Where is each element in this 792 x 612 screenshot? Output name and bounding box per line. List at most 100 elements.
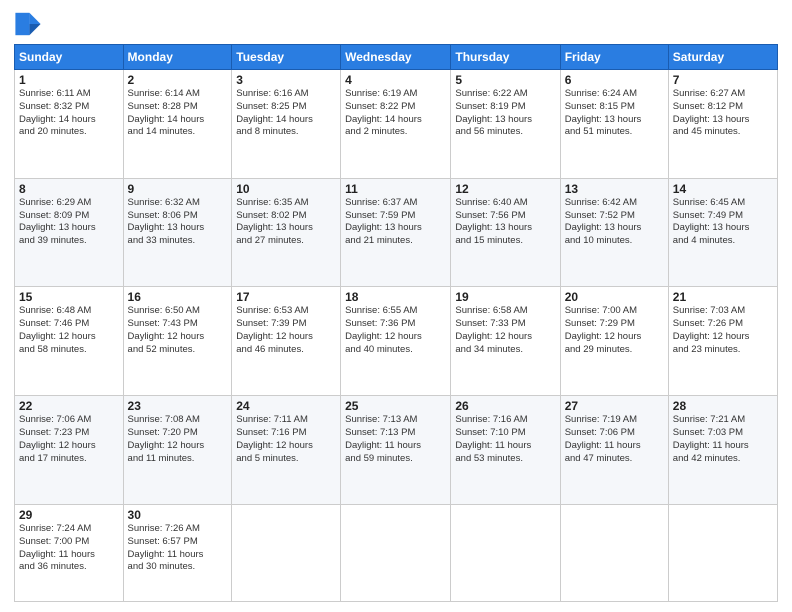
day-number: 11 [345, 182, 446, 196]
weekday-header-thursday: Thursday [451, 45, 560, 70]
calendar-cell: 14Sunrise: 6:45 AM Sunset: 7:49 PM Dayli… [668, 178, 777, 287]
day-number: 29 [19, 508, 119, 522]
calendar-cell: 9Sunrise: 6:32 AM Sunset: 8:06 PM Daylig… [123, 178, 232, 287]
calendar-cell: 15Sunrise: 6:48 AM Sunset: 7:46 PM Dayli… [15, 287, 124, 396]
day-number: 28 [673, 399, 773, 413]
day-number: 30 [128, 508, 228, 522]
calendar-cell: 18Sunrise: 6:55 AM Sunset: 7:36 PM Dayli… [341, 287, 451, 396]
day-number: 2 [128, 73, 228, 87]
calendar-cell: 16Sunrise: 6:50 AM Sunset: 7:43 PM Dayli… [123, 287, 232, 396]
calendar-cell [341, 504, 451, 601]
day-number: 18 [345, 290, 446, 304]
calendar-cell [668, 504, 777, 601]
day-info: Sunrise: 6:16 AM Sunset: 8:25 PM Dayligh… [236, 88, 336, 139]
weekday-header-saturday: Saturday [668, 45, 777, 70]
day-number: 19 [455, 290, 555, 304]
day-number: 27 [565, 399, 664, 413]
calendar-cell: 24Sunrise: 7:11 AM Sunset: 7:16 PM Dayli… [232, 396, 341, 505]
day-info: Sunrise: 6:58 AM Sunset: 7:33 PM Dayligh… [455, 305, 555, 356]
calendar-cell [451, 504, 560, 601]
day-number: 3 [236, 73, 336, 87]
calendar-cell: 13Sunrise: 6:42 AM Sunset: 7:52 PM Dayli… [560, 178, 668, 287]
day-number: 14 [673, 182, 773, 196]
day-number: 21 [673, 290, 773, 304]
day-info: Sunrise: 6:11 AM Sunset: 8:32 PM Dayligh… [19, 88, 119, 139]
calendar-cell: 4Sunrise: 6:19 AM Sunset: 8:22 PM Daylig… [341, 70, 451, 179]
header [14, 10, 778, 38]
weekday-header-monday: Monday [123, 45, 232, 70]
calendar-cell: 1Sunrise: 6:11 AM Sunset: 8:32 PM Daylig… [15, 70, 124, 179]
day-info: Sunrise: 6:55 AM Sunset: 7:36 PM Dayligh… [345, 305, 446, 356]
logo-icon [14, 10, 42, 38]
day-number: 17 [236, 290, 336, 304]
day-info: Sunrise: 6:24 AM Sunset: 8:15 PM Dayligh… [565, 88, 664, 139]
day-info: Sunrise: 7:00 AM Sunset: 7:29 PM Dayligh… [565, 305, 664, 356]
calendar-cell: 23Sunrise: 7:08 AM Sunset: 7:20 PM Dayli… [123, 396, 232, 505]
day-info: Sunrise: 7:06 AM Sunset: 7:23 PM Dayligh… [19, 414, 119, 465]
day-number: 9 [128, 182, 228, 196]
calendar-cell: 7Sunrise: 6:27 AM Sunset: 8:12 PM Daylig… [668, 70, 777, 179]
day-info: Sunrise: 7:16 AM Sunset: 7:10 PM Dayligh… [455, 414, 555, 465]
calendar-cell: 10Sunrise: 6:35 AM Sunset: 8:02 PM Dayli… [232, 178, 341, 287]
day-number: 8 [19, 182, 119, 196]
calendar-cell: 19Sunrise: 6:58 AM Sunset: 7:33 PM Dayli… [451, 287, 560, 396]
day-info: Sunrise: 7:19 AM Sunset: 7:06 PM Dayligh… [565, 414, 664, 465]
calendar-week-row: 29Sunrise: 7:24 AM Sunset: 7:00 PM Dayli… [15, 504, 778, 601]
weekday-header-tuesday: Tuesday [232, 45, 341, 70]
day-number: 5 [455, 73, 555, 87]
calendar-header-row: SundayMondayTuesdayWednesdayThursdayFrid… [15, 45, 778, 70]
day-number: 7 [673, 73, 773, 87]
day-info: Sunrise: 6:29 AM Sunset: 8:09 PM Dayligh… [19, 197, 119, 248]
day-number: 13 [565, 182, 664, 196]
calendar-table: SundayMondayTuesdayWednesdayThursdayFrid… [14, 44, 778, 602]
calendar-cell: 12Sunrise: 6:40 AM Sunset: 7:56 PM Dayli… [451, 178, 560, 287]
day-info: Sunrise: 6:19 AM Sunset: 8:22 PM Dayligh… [345, 88, 446, 139]
day-number: 20 [565, 290, 664, 304]
day-info: Sunrise: 6:32 AM Sunset: 8:06 PM Dayligh… [128, 197, 228, 248]
day-info: Sunrise: 6:37 AM Sunset: 7:59 PM Dayligh… [345, 197, 446, 248]
day-info: Sunrise: 7:24 AM Sunset: 7:00 PM Dayligh… [19, 523, 119, 574]
calendar-cell [232, 504, 341, 601]
day-info: Sunrise: 6:27 AM Sunset: 8:12 PM Dayligh… [673, 88, 773, 139]
calendar-cell: 8Sunrise: 6:29 AM Sunset: 8:09 PM Daylig… [15, 178, 124, 287]
day-info: Sunrise: 6:40 AM Sunset: 7:56 PM Dayligh… [455, 197, 555, 248]
calendar-cell: 25Sunrise: 7:13 AM Sunset: 7:13 PM Dayli… [341, 396, 451, 505]
day-number: 23 [128, 399, 228, 413]
calendar-cell [560, 504, 668, 601]
day-number: 4 [345, 73, 446, 87]
calendar-cell: 30Sunrise: 7:26 AM Sunset: 6:57 PM Dayli… [123, 504, 232, 601]
day-info: Sunrise: 7:03 AM Sunset: 7:26 PM Dayligh… [673, 305, 773, 356]
day-number: 22 [19, 399, 119, 413]
calendar-cell: 3Sunrise: 6:16 AM Sunset: 8:25 PM Daylig… [232, 70, 341, 179]
day-info: Sunrise: 6:48 AM Sunset: 7:46 PM Dayligh… [19, 305, 119, 356]
day-number: 1 [19, 73, 119, 87]
day-info: Sunrise: 6:22 AM Sunset: 8:19 PM Dayligh… [455, 88, 555, 139]
calendar-week-row: 8Sunrise: 6:29 AM Sunset: 8:09 PM Daylig… [15, 178, 778, 287]
day-number: 24 [236, 399, 336, 413]
day-number: 6 [565, 73, 664, 87]
weekday-header-sunday: Sunday [15, 45, 124, 70]
calendar-cell: 17Sunrise: 6:53 AM Sunset: 7:39 PM Dayli… [232, 287, 341, 396]
calendar-cell: 28Sunrise: 7:21 AM Sunset: 7:03 PM Dayli… [668, 396, 777, 505]
day-number: 10 [236, 182, 336, 196]
calendar-week-row: 1Sunrise: 6:11 AM Sunset: 8:32 PM Daylig… [15, 70, 778, 179]
day-info: Sunrise: 7:13 AM Sunset: 7:13 PM Dayligh… [345, 414, 446, 465]
calendar-cell: 26Sunrise: 7:16 AM Sunset: 7:10 PM Dayli… [451, 396, 560, 505]
day-number: 26 [455, 399, 555, 413]
day-number: 25 [345, 399, 446, 413]
day-info: Sunrise: 7:26 AM Sunset: 6:57 PM Dayligh… [128, 523, 228, 574]
day-info: Sunrise: 6:35 AM Sunset: 8:02 PM Dayligh… [236, 197, 336, 248]
weekday-header-wednesday: Wednesday [341, 45, 451, 70]
day-info: Sunrise: 6:50 AM Sunset: 7:43 PM Dayligh… [128, 305, 228, 356]
day-number: 12 [455, 182, 555, 196]
calendar-cell: 11Sunrise: 6:37 AM Sunset: 7:59 PM Dayli… [341, 178, 451, 287]
calendar-cell: 2Sunrise: 6:14 AM Sunset: 8:28 PM Daylig… [123, 70, 232, 179]
day-info: Sunrise: 7:08 AM Sunset: 7:20 PM Dayligh… [128, 414, 228, 465]
calendar-week-row: 22Sunrise: 7:06 AM Sunset: 7:23 PM Dayli… [15, 396, 778, 505]
day-info: Sunrise: 6:45 AM Sunset: 7:49 PM Dayligh… [673, 197, 773, 248]
calendar-week-row: 15Sunrise: 6:48 AM Sunset: 7:46 PM Dayli… [15, 287, 778, 396]
calendar-cell: 21Sunrise: 7:03 AM Sunset: 7:26 PM Dayli… [668, 287, 777, 396]
calendar-cell: 29Sunrise: 7:24 AM Sunset: 7:00 PM Dayli… [15, 504, 124, 601]
day-info: Sunrise: 6:53 AM Sunset: 7:39 PM Dayligh… [236, 305, 336, 356]
calendar-cell: 20Sunrise: 7:00 AM Sunset: 7:29 PM Dayli… [560, 287, 668, 396]
